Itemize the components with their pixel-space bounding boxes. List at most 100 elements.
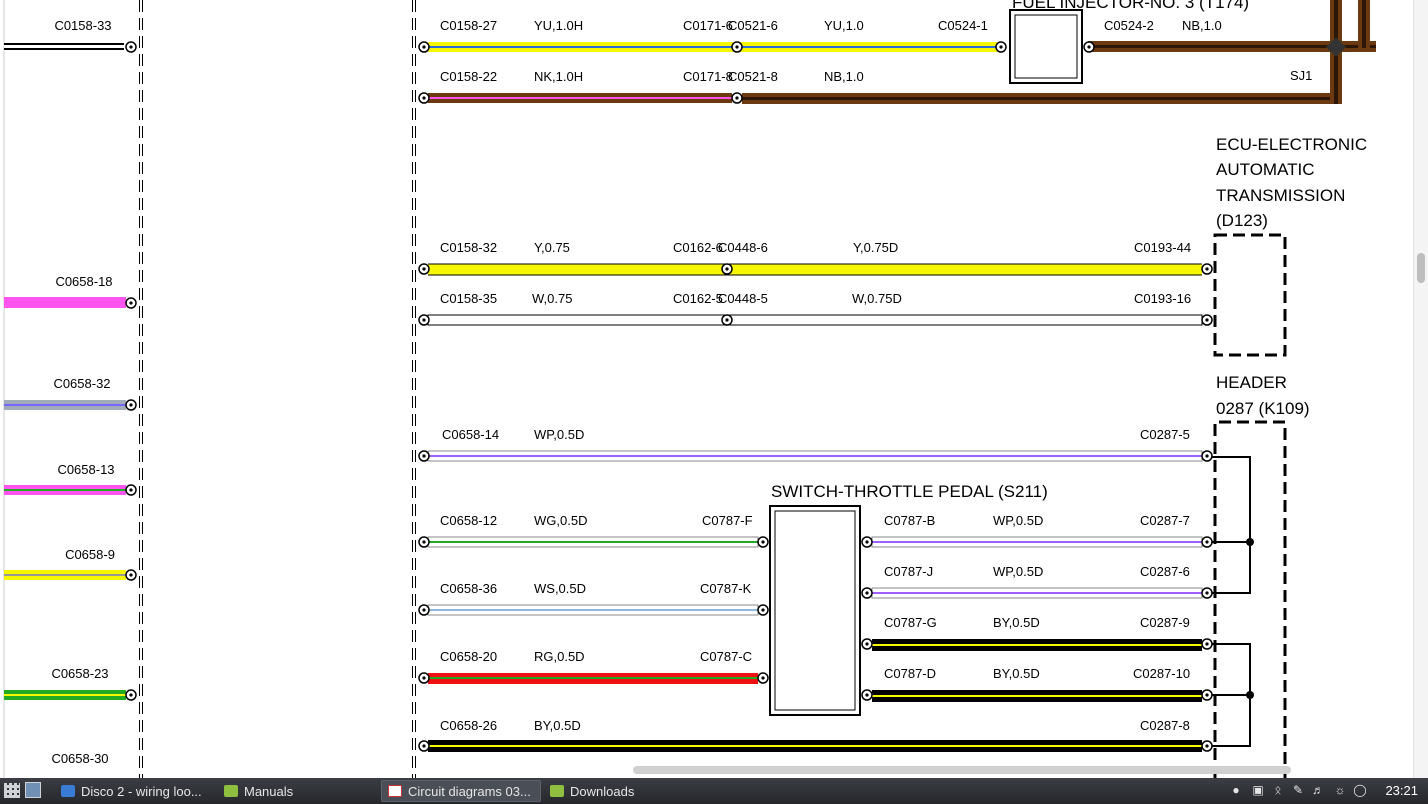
splice-label: SJ1	[1290, 68, 1312, 83]
connector-label: C0787-B	[884, 513, 935, 528]
connector-label: C0448-5	[718, 291, 768, 306]
taskbar-item-manuals[interactable]: Manuals	[218, 780, 380, 802]
bluetooth-icon[interactable]: ᛟ	[1271, 783, 1285, 797]
connector-label: C0787-F	[702, 513, 753, 528]
header-title: HEADER	[1216, 373, 1287, 392]
taskbar: Disco 2 - wiring loo... Manuals Circuit …	[0, 778, 1428, 804]
vertical-scrollbar[interactable]	[1413, 0, 1428, 778]
wire-code-label: BY,0.5D	[993, 615, 1040, 630]
connector-label: C0787-J	[884, 564, 933, 579]
wire-code-label: WG,0.5D	[534, 513, 587, 528]
wire-code-label: BY,0.5D	[993, 666, 1040, 681]
wire-code-label: WP,0.5D	[993, 513, 1043, 528]
ecu-dashed-box	[1213, 233, 1287, 357]
ecu-title: TRANSMISSION	[1216, 186, 1345, 205]
connector-label: C0158-35	[440, 291, 497, 306]
app-menu-icon[interactable]	[4, 783, 20, 798]
connector-label: C0448-6	[718, 240, 768, 255]
brown-wire-loop	[1326, 0, 1376, 104]
wire-code-label: RG,0.5D	[534, 649, 585, 664]
taskbar-item-circuit-diagrams[interactable]: Circuit diagrams 03...	[381, 780, 541, 802]
wire-code-label: Y,0.75	[534, 240, 570, 255]
wire-row-c0158-27	[428, 41, 1338, 52]
left-connector-label: C0658-18	[55, 274, 112, 289]
document-viewer[interactable]: C0158-33 C0658-18 C0658-32 C0658-13 C065…	[0, 0, 1428, 778]
horizontal-scroll-thumb[interactable]	[633, 766, 1291, 774]
wire-code-label: WP,0.5D	[534, 427, 584, 442]
left-connector-label: C0658-30	[51, 751, 108, 766]
wire-row-c0158-22	[428, 93, 1342, 104]
connector-label: C0787-K	[700, 581, 752, 596]
connector-label: C0162-6	[673, 240, 723, 255]
connector-label: C0287-5	[1140, 427, 1190, 442]
left-connector-label: C0658-23	[51, 666, 108, 681]
connector-label: C0658-26	[440, 718, 497, 733]
connector-label: C0521-6	[728, 18, 778, 33]
user-icon[interactable]: ●	[1229, 783, 1243, 797]
pen-icon[interactable]: ✎	[1291, 783, 1305, 797]
connector-label: C0171-8	[683, 69, 733, 84]
folder-icon	[550, 785, 564, 797]
connector-label: C0193-16	[1134, 291, 1191, 306]
shield-icon[interactable]: ◯	[1353, 783, 1367, 797]
connector-label: C0658-20	[440, 649, 497, 664]
wire-row-c0158-35	[427, 314, 1203, 326]
connector-label: C0524-2	[1104, 18, 1154, 33]
connector-label: C0158-32	[440, 240, 497, 255]
wire-row-c0658-12	[427, 536, 759, 548]
left-connector-label: C0158-33	[54, 18, 111, 33]
wire-code-label: YU,1.0	[824, 18, 864, 33]
taskbar-item-label: Disco 2 - wiring loo...	[81, 783, 202, 799]
splice-sj1	[1326, 37, 1346, 57]
taskbar-item-browser[interactable]: Disco 2 - wiring loo...	[55, 780, 219, 802]
connector-label: C0287-9	[1140, 615, 1190, 630]
left-wire-c0658-32	[4, 400, 126, 410]
taskbar-item-downloads[interactable]: Downloads	[544, 780, 706, 802]
wire-code-label: YU,1.0H	[534, 18, 583, 33]
show-desktop-icon[interactable]	[25, 782, 41, 798]
wire-row-c0787-b	[871, 536, 1203, 548]
volume-icon[interactable]: ♬	[1311, 783, 1325, 797]
brightness-icon[interactable]: ☼	[1333, 783, 1347, 797]
taskbar-item-label: Manuals	[244, 783, 294, 799]
wire-row-c0158-32	[428, 263, 1202, 276]
wire-code-label: W,0.75	[532, 291, 572, 306]
connector-label: C0787-D	[884, 666, 936, 681]
pdf-icon	[388, 785, 402, 797]
ecu-title: AUTOMATIC	[1216, 160, 1315, 179]
wire-row-c0658-26	[428, 740, 1202, 752]
connector-label: C0158-22	[440, 69, 497, 84]
vertical-scroll-thumb[interactable]	[1417, 253, 1425, 283]
wire-code-label: NB,1.0	[1182, 18, 1222, 33]
clock[interactable]: 23:21	[1385, 783, 1418, 798]
ecu-title: ECU-ELECTRONIC	[1216, 135, 1367, 154]
wire-row-c0787-j	[871, 587, 1203, 599]
wire-code-label: NB,1.0	[824, 69, 864, 84]
clipboard-icon[interactable]: ▣	[1251, 783, 1265, 797]
connector-label: C0658-14	[442, 427, 499, 442]
left-wire-c0658-18	[4, 297, 126, 308]
connector-label: C0287-6	[1140, 564, 1190, 579]
wire-code-label: WP,0.5D	[993, 564, 1043, 579]
header-title: 0287 (K109)	[1216, 399, 1310, 418]
connector-label: C0158-27	[440, 18, 497, 33]
connector-label: C0658-36	[440, 581, 497, 596]
throttle-switch-box	[769, 505, 861, 716]
wiring-diagram: C0158-33 C0658-18 C0658-32 C0658-13 C065…	[3, 0, 1376, 778]
taskbar-item-label: Circuit diagrams 03...	[408, 783, 531, 799]
wire-row-c0658-20	[428, 673, 758, 684]
wire-row-c0658-14	[427, 450, 1203, 462]
connector-label: C0162-5	[673, 291, 723, 306]
connector-label: C0524-1	[938, 18, 988, 33]
wire-code-label: BY,0.5D	[534, 718, 581, 733]
left-wire-c0658-13	[4, 485, 126, 495]
folder-icon	[224, 785, 238, 797]
connector-label: C0171-6	[683, 18, 733, 33]
left-connector-label: C0658-13	[57, 462, 114, 477]
wire-code-label: NK,1.0H	[534, 69, 583, 84]
connector-label: C0287-7	[1140, 513, 1190, 528]
throttle-switch-title: SWITCH-THROTTLE PEDAL (S211)	[771, 482, 1048, 501]
connector-label: C0193-44	[1134, 240, 1191, 255]
connector-label: C0521-8	[728, 69, 778, 84]
left-connector-label: C0658-9	[65, 547, 115, 562]
